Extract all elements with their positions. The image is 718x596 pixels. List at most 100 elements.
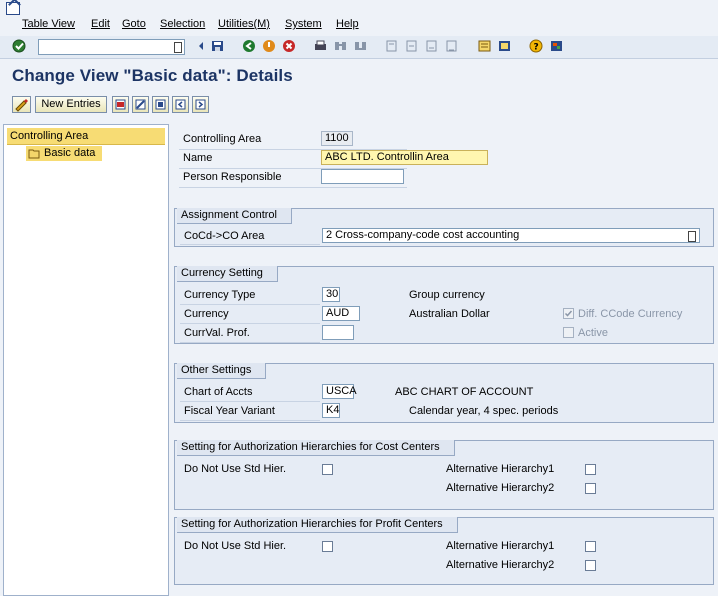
delete-button[interactable]	[132, 96, 149, 113]
customize-layout-icon[interactable]	[549, 39, 564, 53]
cocd-co-area-select[interactable]: 2 Cross-company-code cost accounting	[322, 228, 700, 243]
currval-profile-field[interactable]	[322, 325, 354, 340]
dropdown-icon[interactable]	[688, 231, 696, 242]
currval-profile-label: CurrVal. Prof.	[184, 327, 250, 339]
previous-page-icon[interactable]	[404, 39, 419, 53]
active-label: Active	[578, 327, 608, 339]
currency-type-text: Group currency	[409, 289, 485, 301]
fiscal-year-variant-label: Fiscal Year Variant	[184, 405, 275, 417]
alternative-hierarchy1-label: Alternative Hierarchy1	[446, 463, 555, 475]
undo-icon	[155, 99, 166, 110]
currency-setting-group: Currency Setting Currency Type 30 Group …	[174, 266, 714, 344]
alternative-hierarchy2-checkbox[interactable]	[585, 483, 596, 494]
find-icon[interactable]	[333, 39, 348, 53]
alternative-hierarchy1-label: Alternative Hierarchy1	[446, 540, 555, 552]
dialog-structure-tree: Controlling Area Basic data	[3, 124, 169, 596]
row-separator	[180, 420, 320, 421]
do-not-use-std-hier-label: Do Not Use Std Hier.	[184, 463, 287, 475]
save-icon[interactable]	[210, 39, 225, 53]
alternative-hierarchy2-label: Alternative Hierarchy2	[446, 482, 555, 494]
row-separator	[180, 401, 320, 402]
page-title: Change View "Basic data": Details	[12, 66, 293, 85]
menu-help[interactable]: Help	[336, 18, 359, 30]
do-not-use-std-hier-checkbox[interactable]	[322, 541, 333, 552]
menu-utilities[interactable]: Utilities(M)	[218, 18, 270, 30]
standard-toolbar: ?	[0, 36, 718, 59]
next-page-icon[interactable]	[424, 39, 439, 53]
previous-entry-button[interactable]	[172, 96, 189, 113]
tree-node-controlling-area[interactable]: Controlling Area	[7, 128, 165, 145]
print-icon[interactable]	[313, 39, 328, 53]
tree-node-basic-data[interactable]: Basic data	[26, 146, 102, 161]
cocd-co-area-value: 2 Cross-company-code cost accounting	[326, 229, 520, 241]
alternative-hierarchy2-label: Alternative Hierarchy2	[446, 559, 555, 571]
name-label: Name	[183, 152, 213, 164]
row-separator	[180, 323, 320, 324]
first-page-icon[interactable]	[384, 39, 399, 53]
diff-ccode-currency-label: Diff. CCode Currency	[578, 308, 683, 320]
enter-icon[interactable]	[12, 39, 27, 53]
controlling-area-label: Controlling Area	[183, 133, 262, 145]
name-field[interactable]: ABC LTD. Controllin Area	[321, 150, 488, 165]
next-entry-button[interactable]	[192, 96, 209, 113]
display-change-button[interactable]	[12, 96, 31, 113]
command-dropdown-icon[interactable]	[174, 42, 182, 53]
do-not-use-std-hier-label: Do Not Use Std Hier.	[184, 540, 287, 552]
fiscal-year-variant-text: Calendar year, 4 spec. periods	[409, 405, 559, 417]
chart-of-accounts-field[interactable]: USCA	[322, 384, 357, 399]
application-toolbar: New Entries	[0, 92, 718, 118]
auth-hierarchies-profit-centers-group: Setting for Authorization Hierarchies fo…	[174, 517, 714, 585]
collapse-left-icon[interactable]	[194, 39, 209, 53]
exit-icon[interactable]	[262, 39, 277, 53]
person-responsible-field[interactable]	[321, 169, 404, 184]
alternative-hierarchy1-checkbox[interactable]	[585, 541, 596, 552]
find-next-icon[interactable]	[353, 39, 368, 53]
create-session-icon[interactable]	[477, 39, 492, 53]
assignment-control-group: Assignment Control CoCd->CO Area 2 Cross…	[174, 208, 714, 247]
copy-as-button[interactable]	[112, 96, 129, 113]
next-entry-icon	[195, 99, 206, 110]
command-field[interactable]	[38, 39, 185, 55]
diff-ccode-currency-checkbox	[563, 308, 574, 319]
row-separator	[180, 342, 320, 343]
chart-of-accounts-text: ABC CHART OF ACCOUNT	[395, 386, 534, 398]
folder-open-icon	[28, 149, 40, 159]
menu-edit[interactable]: Edit	[91, 18, 110, 30]
last-page-icon[interactable]	[444, 39, 459, 53]
person-responsible-label: Person Responsible	[183, 171, 282, 183]
checkmark-icon	[564, 310, 573, 317]
menu-goto[interactable]: Goto	[122, 18, 146, 30]
alternative-hierarchy2-checkbox[interactable]	[585, 560, 596, 571]
row-separator	[179, 187, 407, 188]
delete-icon	[135, 99, 146, 110]
menu-table-view[interactable]: Table View	[22, 18, 75, 30]
menu-selection[interactable]: Selection	[160, 18, 205, 30]
shortcut-icon[interactable]	[497, 39, 512, 53]
currency-field[interactable]: AUD	[322, 306, 360, 321]
other-settings-group: Other Settings Chart of Accts USCA ABC C…	[174, 363, 714, 423]
currency-label: Currency	[184, 308, 229, 320]
group-title: Setting for Authorization Hierarchies fo…	[177, 517, 458, 533]
cancel-icon[interactable]	[282, 39, 297, 53]
new-entries-button[interactable]: New Entries	[35, 96, 107, 113]
back-icon[interactable]	[242, 39, 257, 53]
currency-type-field[interactable]: 30	[322, 287, 340, 302]
fiscal-year-variant-field[interactable]: K4	[322, 403, 340, 418]
currency-type-label: Currency Type	[184, 289, 256, 301]
menu-system[interactable]: System	[285, 18, 322, 30]
row-separator	[180, 244, 320, 245]
help-icon[interactable]: ?	[529, 39, 544, 53]
cocd-co-area-label: CoCd->CO Area	[184, 230, 265, 242]
alternative-hierarchy1-checkbox[interactable]	[585, 464, 596, 475]
group-title: Setting for Authorization Hierarchies fo…	[177, 440, 455, 456]
svg-text:?: ?	[534, 43, 539, 53]
previous-entry-icon	[175, 99, 186, 110]
undo-change-button[interactable]	[152, 96, 169, 113]
pencil-glasses-icon	[15, 99, 28, 112]
group-title: Currency Setting	[177, 266, 278, 282]
do-not-use-std-hier-checkbox[interactable]	[322, 464, 333, 475]
system-menu-icon[interactable]	[6, 2, 20, 15]
tree-node-label: Controlling Area	[10, 130, 89, 142]
menu-bar: Table View Edit Goto Selection Utilities…	[0, 0, 718, 36]
row-separator	[180, 304, 320, 305]
